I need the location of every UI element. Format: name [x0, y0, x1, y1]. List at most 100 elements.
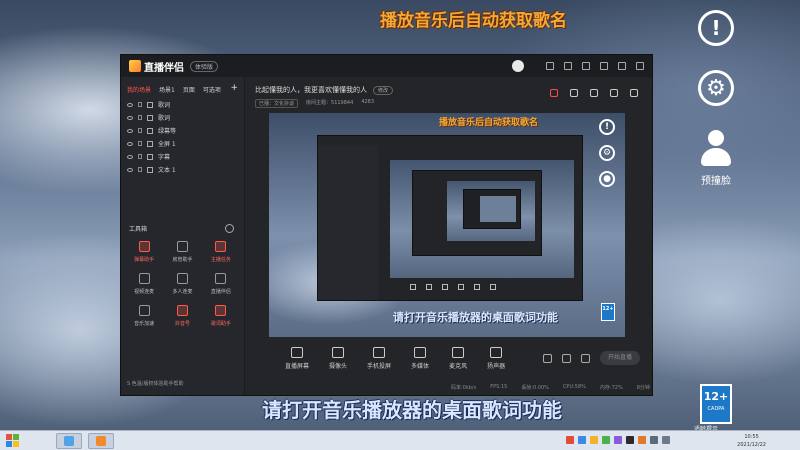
skin-icon[interactable] — [546, 62, 554, 70]
user-avatar-icon[interactable] — [696, 130, 736, 170]
phone-cast-button[interactable]: 手机投屏 — [367, 347, 391, 370]
menu-icon[interactable] — [582, 62, 590, 70]
eye-icon[interactable] — [127, 115, 133, 120]
overlay-banner-text: 播放音乐后自动获取歌名 — [380, 11, 567, 31]
tray-app-icon[interactable] — [566, 436, 574, 444]
sidebar-footer-link[interactable]: S 色温/版权体验助手帮助 — [127, 380, 183, 387]
eye-icon[interactable] — [127, 102, 133, 107]
mail-icon[interactable] — [564, 62, 572, 70]
tray-app-icon[interactable] — [578, 436, 586, 444]
source-label: 摄像头 — [329, 363, 348, 370]
bell-icon[interactable] — [610, 89, 618, 97]
status-cpu: CPU:58% — [562, 384, 586, 390]
tool-label: 歌词助手 — [210, 321, 231, 327]
media-button[interactable]: 多媒体 — [411, 347, 429, 370]
volume-icon[interactable] — [662, 436, 670, 444]
taskbar-app-browser[interactable] — [56, 433, 82, 449]
version-badge[interactable]: 体验版 — [190, 60, 219, 72]
layer-name: 全屏 1 — [158, 141, 176, 148]
layer-item[interactable]: 歌词 — [121, 111, 244, 124]
user-avatar[interactable] — [512, 60, 524, 72]
tray-app-icon[interactable] — [602, 436, 610, 444]
layer-item[interactable]: 文本 1 — [121, 163, 244, 176]
tool-room-manager[interactable]: 房管助手 — [163, 241, 201, 263]
screen-capture-button[interactable]: 直播屏幕 — [285, 347, 309, 370]
tab-my-scene[interactable]: 我的场景 — [127, 85, 151, 94]
tab-scene-1[interactable]: 场景1 — [159, 85, 175, 94]
start-button[interactable] — [6, 434, 20, 448]
source-label: 多媒体 — [411, 363, 430, 370]
alert-icon[interactable]: ! — [698, 10, 734, 46]
nested-screen-2 — [447, 181, 535, 241]
record-icon[interactable] — [543, 353, 552, 363]
tool-lyrics-assistant[interactable]: 歌词助手 — [202, 305, 240, 327]
eye-icon[interactable] — [127, 128, 133, 133]
tray-app-icon[interactable] — [614, 436, 622, 444]
lock-icon[interactable] — [138, 167, 142, 172]
camera-button[interactable]: 摄像头 — [329, 347, 347, 370]
taskbar-app-live-companion[interactable] — [88, 433, 114, 449]
tool-live-companion[interactable]: 直播伴侣 — [202, 273, 240, 295]
tool-douyin[interactable]: 抖音号 — [163, 305, 201, 327]
tool-anchor-task[interactable]: 主播任务 — [202, 241, 240, 263]
logo-icon — [129, 60, 141, 72]
live-preview-canvas[interactable]: 播放音乐后自动获取歌名 ! ⚙ ● 请打开音乐播放器的桌面歌词功能 12+ — [269, 113, 625, 337]
tool-label: 房管助手 — [172, 257, 193, 263]
tray-app-icon[interactable] — [638, 436, 646, 444]
eye-icon[interactable] — [127, 141, 133, 146]
layer-item[interactable]: 字幕 — [121, 150, 244, 163]
tray-app-icon[interactable] — [590, 436, 598, 444]
lock-icon[interactable] — [138, 115, 142, 120]
nested-window-preview — [317, 135, 583, 301]
microphone-button[interactable]: 麦克风 — [449, 347, 467, 370]
live-companion-icon — [96, 436, 106, 446]
close-icon[interactable] — [636, 62, 644, 70]
preview-right-icons: ! ⚙ ● — [597, 119, 617, 197]
tool-barrage-assistant[interactable]: 弹幕助手 — [125, 241, 163, 263]
speaker-button[interactable]: 扬声器 — [487, 347, 505, 370]
layer-item[interactable]: 歌词 — [121, 98, 244, 111]
tab-page[interactable]: 页面 — [183, 85, 195, 94]
gift-icon[interactable] — [550, 89, 558, 97]
lock-icon[interactable] — [570, 89, 578, 97]
tool-video-link[interactable]: 视频连麦 — [125, 273, 163, 295]
title-bar[interactable]: 直播伴侣 体验版 — [121, 55, 652, 77]
age-rating-value: 12+ — [703, 390, 729, 403]
share-icon[interactable] — [630, 89, 638, 97]
gear-icon[interactable]: ⚙ — [698, 70, 734, 106]
room-category[interactable]: 已播：文化杂谈 — [255, 99, 299, 108]
room-id: 房间主题：5119844 — [306, 100, 354, 106]
layout-icon[interactable] — [590, 89, 598, 97]
network-icon[interactable] — [650, 436, 658, 444]
tab-options[interactable]: 可选项 — [203, 85, 221, 94]
layer-item[interactable]: 全屏 1 — [121, 137, 244, 150]
lock-icon[interactable] — [138, 128, 142, 133]
eye-icon[interactable] — [127, 167, 133, 172]
age-rating-org: CADPA — [707, 406, 725, 412]
taskbar-clock[interactable]: 10:55 2021/12/22 — [737, 433, 766, 449]
start-live-button[interactable]: 开始直播 — [600, 351, 640, 365]
layer-item[interactable]: 绿幕等 — [121, 124, 244, 137]
maximize-icon[interactable] — [618, 62, 626, 70]
edit-title-button[interactable]: 修改 — [373, 85, 394, 95]
task-icon — [215, 241, 227, 252]
settings-icon[interactable] — [581, 353, 590, 363]
live-companion-window: 直播伴侣 体验版 我的场景 场景1 页面 可选项 + 歌词 歌词 绿幕等 全屏 … — [120, 54, 653, 396]
lock-icon[interactable] — [138, 141, 142, 146]
minimize-icon[interactable] — [600, 62, 608, 70]
tool-music-accel[interactable]: 音乐加速 — [125, 305, 163, 327]
music-icon — [138, 305, 150, 316]
toolbox-more-icon[interactable] — [225, 224, 234, 233]
tool-multi-link[interactable]: 多人连麦 — [163, 273, 201, 295]
play-icon — [414, 347, 427, 358]
lock-icon[interactable] — [138, 102, 142, 107]
add-scene-icon[interactable]: + — [230, 84, 238, 94]
live-controls: 开始直播 — [543, 351, 640, 365]
nested-screen-3 — [480, 196, 516, 222]
clock-icon[interactable] — [562, 353, 571, 363]
tray-app-icon[interactable] — [626, 436, 634, 444]
text-icon — [147, 101, 153, 108]
preview-age-badge: 12+ — [601, 303, 615, 321]
lock-icon[interactable] — [138, 154, 142, 159]
eye-icon[interactable] — [127, 154, 133, 159]
